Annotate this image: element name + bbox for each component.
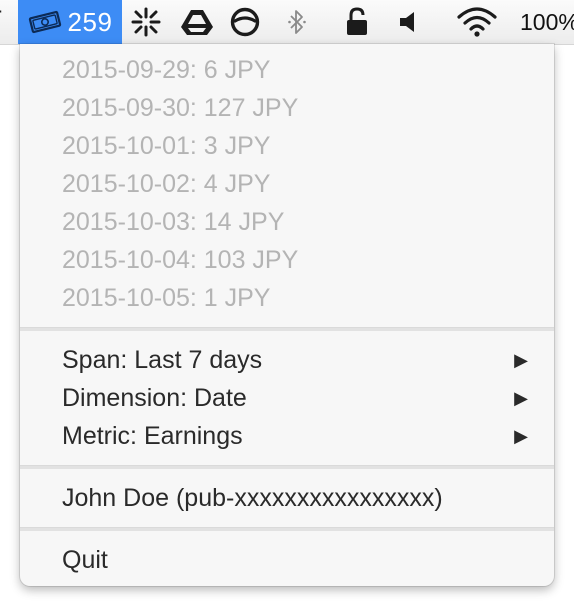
span-label: Span: Last 7 days (62, 346, 263, 374)
volume-status-item[interactable] (394, 0, 422, 44)
quit-menu-item[interactable]: Quit (20, 541, 554, 579)
drive-icon (181, 10, 213, 35)
earnings-item-7: 2015-10-05: 1 JPY (62, 284, 271, 312)
asterisk-grid-status-item[interactable] (128, 0, 164, 44)
menu-separator (20, 465, 554, 469)
asterisk-grid-icon (131, 7, 161, 37)
earnings-item-5: 2015-10-03: 14 JPY (62, 208, 285, 236)
submenu-arrow-icon: ▶ (514, 426, 528, 446)
earnings-item-6: 2015-10-04: 103 JPY (62, 246, 299, 274)
lock-icon (347, 7, 367, 35)
earnings-item-1: 2015-09-29: 6 JPY (62, 56, 271, 84)
lock-status-item[interactable] (342, 0, 372, 44)
submenu-arrow-icon: ▶ (514, 350, 528, 370)
metric-label: Metric: Earnings (62, 422, 243, 450)
earnings-item-3: 2015-10-01: 3 JPY (62, 132, 271, 160)
earnings-count: 259 (67, 6, 113, 37)
bluetooth-status-item[interactable] (284, 0, 310, 44)
span-menu-item[interactable]: Span: Last 7 days ▶ (20, 341, 554, 379)
volume-icon (400, 12, 414, 32)
battery-percentage[interactable]: 100% (520, 0, 574, 44)
money-icon (28, 10, 61, 34)
wifi-icon (457, 7, 497, 37)
account-menu-item[interactable]: John Doe (pub-xxxxxxxxxxxxxxxx) (20, 479, 554, 517)
menu-separator (20, 327, 554, 331)
no-entry-circle-icon (230, 7, 260, 37)
menubar-app-edge[interactable]: ʃ (0, 0, 14, 44)
menu-separator (20, 527, 554, 531)
earnings-item-4: 2015-10-02: 4 JPY (62, 170, 271, 198)
no-entry-status-item[interactable] (226, 0, 264, 44)
bluetooth-icon (288, 10, 306, 34)
menu-bar: ʃ 259 (0, 0, 574, 45)
dimension-menu-item[interactable]: Dimension: Date ▶ (20, 379, 554, 417)
earnings-dropdown-menu: 2015-09-29: 6 JPY 2015-09-30: 127 JPY 20… (20, 44, 554, 586)
metric-menu-item[interactable]: Metric: Earnings ▶ (20, 417, 554, 455)
wifi-status-item[interactable] (454, 0, 500, 44)
earnings-status-item[interactable]: 259 (18, 0, 122, 44)
drive-status-item[interactable] (177, 0, 217, 44)
dimension-label: Dimension: Date (62, 384, 247, 412)
screen: ʃ 259 (0, 0, 574, 606)
earnings-item-2: 2015-09-30: 127 JPY (62, 94, 299, 122)
submenu-arrow-icon: ▶ (514, 388, 528, 408)
app-edge-glyph: ʃ (0, 7, 1, 37)
